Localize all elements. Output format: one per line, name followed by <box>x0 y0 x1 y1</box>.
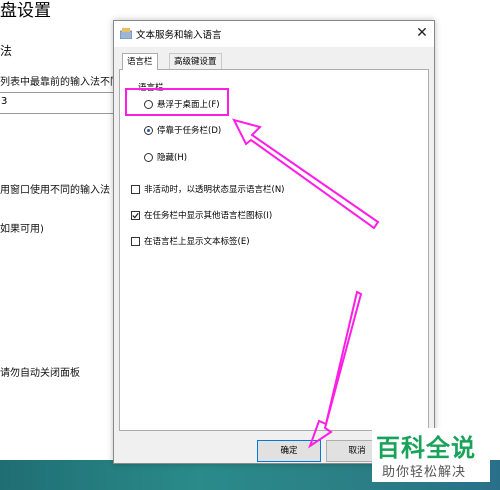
checkmark-icon <box>132 212 139 219</box>
select-value: 3 <box>1 96 8 107</box>
group-label: 语言栏 <box>136 81 166 93</box>
watermark-logo: 百科全说 助你轻松解决 <box>372 428 490 482</box>
radio-label: 悬浮于桌面上(F) <box>157 100 220 110</box>
dialog-titlebar[interactable]: 文本服务和输入语言 ✕ <box>114 21 434 47</box>
dialog-title: 文本服务和输入语言 <box>136 30 222 41</box>
checkbox-transparent-inactive[interactable]: 非活动时，以透明状态显示语言栏(N) <box>131 182 285 196</box>
checkbox-show-text-labels[interactable]: 在语言栏上显示文本标签(E) <box>131 234 250 248</box>
radio-dock-taskbar[interactable]: 停靠于任务栏(D) <box>144 123 221 137</box>
auto-close-text: 请勿自动关闭面板 <box>0 368 80 379</box>
checkbox-show-extra-icons[interactable]: 在任务栏中显示其他语言栏图标(I) <box>131 208 272 222</box>
keyboard-app-icon <box>120 28 132 39</box>
radio-button[interactable] <box>144 152 153 162</box>
text-services-dialog: 文本服务和输入语言 ✕ 语言栏 高级键设置 语言栏 悬浮于桌面上(F) 停靠于任… <box>113 20 435 464</box>
watermark-title: 百科全说 <box>376 434 476 462</box>
checkbox-label: 在任务栏中显示其他语言栏图标(I) <box>144 211 273 221</box>
available-text: 如果可用) <box>0 224 44 235</box>
radio-label: 隐藏(H) <box>157 153 188 163</box>
tab-language-bar[interactable]: 语言栏 <box>122 53 158 70</box>
per-window-text: 用窗口使用不同的输入法 <box>0 185 110 196</box>
close-icon[interactable]: ✕ <box>414 24 430 42</box>
input-method-select[interactable]: 3 <box>0 92 115 114</box>
radio-hidden[interactable]: 隐藏(H) <box>144 150 187 164</box>
page-title: 盘设置 <box>0 1 51 21</box>
section-label: 法 <box>0 44 13 58</box>
checkbox[interactable] <box>131 236 140 246</box>
radio-float-desktop[interactable]: 悬浮于桌面上(F) <box>144 97 220 111</box>
radio-button[interactable] <box>144 99 153 109</box>
radio-label: 停靠于任务栏(D) <box>157 126 222 136</box>
checkbox[interactable] <box>131 210 140 220</box>
radio-button[interactable] <box>144 125 153 135</box>
watermark-subtitle: 助你轻松解决 <box>382 465 467 480</box>
checkbox-label: 非活动时，以透明状态显示语言栏(N) <box>144 185 285 195</box>
checkbox-label: 在语言栏上显示文本标签(E) <box>144 237 250 247</box>
ok-button[interactable]: 确定 <box>257 440 321 462</box>
input-list-text: 列表中最靠前的输入法不同 <box>0 77 120 88</box>
tab-advanced-key-settings[interactable]: 高级键设置 <box>169 53 222 69</box>
checkbox[interactable] <box>131 184 140 194</box>
